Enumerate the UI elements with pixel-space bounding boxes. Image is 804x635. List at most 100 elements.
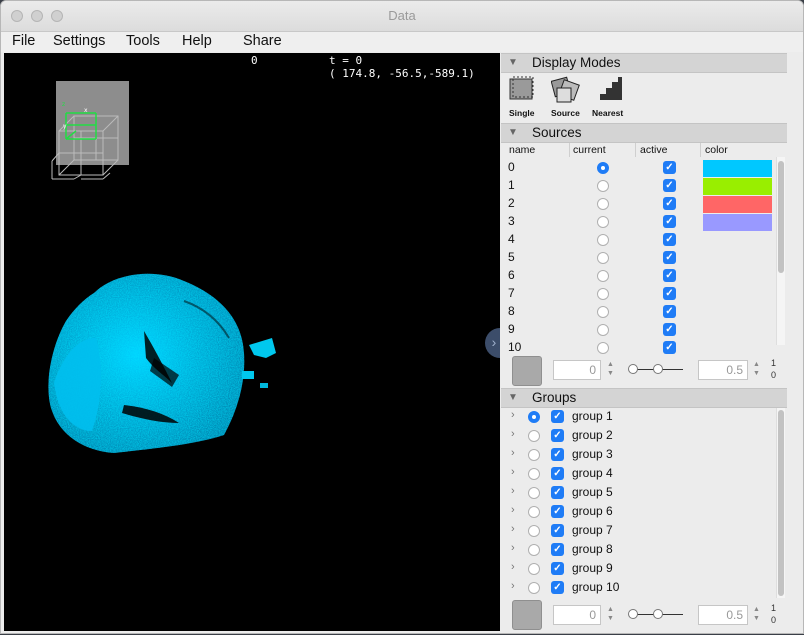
column-color[interactable]: color — [705, 144, 728, 156]
groups-scrollbar[interactable] — [776, 408, 785, 598]
group-slider-knob-low[interactable] — [628, 609, 638, 619]
source-current-radio[interactable] — [597, 216, 609, 228]
volume-viewer[interactable]: 0 t = 0 ( 174.8, -56.5,-589.1) z x y › — [4, 53, 500, 631]
menu-settings[interactable]: Settings — [53, 33, 105, 49]
group-active-checkbox[interactable]: ✓ — [551, 486, 564, 499]
source-current-radio[interactable] — [597, 198, 609, 210]
group-row[interactable]: › ✓ group 8 — [501, 541, 781, 560]
sources-header[interactable]: ▼ Sources — [501, 123, 787, 143]
group-row[interactable]: › ✓ group 7 — [501, 522, 781, 541]
source-color-swatch[interactable] — [703, 160, 772, 177]
group-current-radio[interactable] — [528, 411, 540, 423]
group-gamma-stepper[interactable]: ▲ ▼ — [751, 605, 762, 625]
source-min-field[interactable]: 0 — [553, 360, 601, 380]
source-current-radio[interactable] — [597, 252, 609, 264]
expand-chevron-icon[interactable]: › — [511, 504, 515, 516]
group-current-radio[interactable] — [528, 449, 540, 461]
source-active-checkbox[interactable]: ✓ — [663, 197, 676, 210]
expand-chevron-icon[interactable]: › — [511, 561, 515, 573]
expand-chevron-icon[interactable]: › — [511, 485, 515, 497]
source-current-radio[interactable] — [597, 324, 609, 336]
source-active-checkbox[interactable]: ✓ — [663, 251, 676, 264]
group-current-radio[interactable] — [528, 506, 540, 518]
group-row[interactable]: › ✓ group 10 — [501, 579, 781, 598]
group-min-field[interactable]: 0 — [553, 605, 601, 625]
expand-chevron-icon[interactable]: › — [511, 409, 515, 421]
source-active-checkbox[interactable]: ✓ — [663, 287, 676, 300]
single-mode-label[interactable]: Single — [509, 108, 535, 118]
column-current[interactable]: current — [573, 144, 606, 156]
group-current-radio[interactable] — [528, 525, 540, 537]
sources-scroll-thumb[interactable] — [778, 161, 784, 273]
menu-tools[interactable]: Tools — [126, 33, 160, 49]
group-active-checkbox[interactable]: ✓ — [551, 505, 564, 518]
group-current-radio[interactable] — [528, 487, 540, 499]
display-modes-header[interactable]: ▼ Display Modes — [501, 53, 787, 73]
source-active-checkbox[interactable]: ✓ — [663, 179, 676, 192]
source-active-checkbox[interactable]: ✓ — [663, 215, 676, 228]
source-color-swatch[interactable] — [703, 214, 772, 231]
single-mode-icon[interactable] — [509, 76, 534, 100]
group-row[interactable]: › ✓ group 6 — [501, 503, 781, 522]
source-current-radio[interactable] — [597, 180, 609, 192]
expand-chevron-icon[interactable]: › — [511, 542, 515, 554]
group-slider-knob-high[interactable] — [653, 609, 663, 619]
source-active-checkbox[interactable]: ✓ — [663, 161, 676, 174]
group-gamma-field[interactable]: 0.5 — [698, 605, 748, 625]
source-mode-label[interactable]: Source — [551, 108, 580, 118]
source-current-radio[interactable] — [597, 288, 609, 300]
group-row[interactable]: › ✓ group 1 — [501, 408, 781, 427]
group-active-checkbox[interactable]: ✓ — [551, 429, 564, 442]
expand-chevron-icon[interactable]: › — [511, 428, 515, 440]
source-current-radio[interactable] — [597, 162, 609, 174]
column-active[interactable]: active — [640, 144, 667, 156]
source-mode-icon[interactable] — [550, 76, 580, 103]
group-active-checkbox[interactable]: ✓ — [551, 524, 564, 537]
source-active-checkbox[interactable]: ✓ — [663, 305, 676, 318]
group-active-checkbox[interactable]: ✓ — [551, 581, 564, 594]
menu-share[interactable]: Share — [243, 33, 282, 49]
source-color-swatch[interactable] — [512, 356, 542, 386]
group-row[interactable]: › ✓ group 9 — [501, 560, 781, 579]
source-active-checkbox[interactable]: ✓ — [663, 323, 676, 336]
source-gamma-stepper[interactable]: ▲ ▼ — [751, 360, 762, 380]
group-active-checkbox[interactable]: ✓ — [551, 543, 564, 556]
expand-chevron-icon[interactable]: › — [511, 447, 515, 459]
expand-chevron-icon[interactable]: › — [511, 580, 515, 592]
group-active-checkbox[interactable]: ✓ — [551, 410, 564, 423]
expand-chevron-icon[interactable]: › — [511, 523, 515, 535]
group-active-checkbox[interactable]: ✓ — [551, 448, 564, 461]
source-current-radio[interactable] — [597, 342, 609, 354]
column-name[interactable]: name — [509, 144, 535, 156]
groups-header[interactable]: ▼ Groups — [501, 388, 787, 408]
source-color-swatch[interactable] — [703, 178, 772, 195]
menu-help[interactable]: Help — [182, 33, 212, 49]
group-row[interactable]: › ✓ group 3 — [501, 446, 781, 465]
expand-chevron-icon[interactable]: › — [511, 466, 515, 478]
nearest-mode-icon[interactable] — [598, 76, 622, 100]
menu-file[interactable]: File — [12, 33, 35, 49]
group-current-radio[interactable] — [528, 468, 540, 480]
sources-scrollbar[interactable] — [776, 157, 785, 345]
source-active-checkbox[interactable]: ✓ — [663, 233, 676, 246]
source-color-swatch[interactable] — [703, 196, 772, 213]
group-current-radio[interactable] — [528, 563, 540, 575]
groups-scroll-thumb[interactable] — [778, 410, 784, 596]
group-active-checkbox[interactable]: ✓ — [551, 562, 564, 575]
group-current-radio[interactable] — [528, 544, 540, 556]
source-active-checkbox[interactable]: ✓ — [663, 341, 676, 354]
source-current-radio[interactable] — [597, 234, 609, 246]
source-current-radio[interactable] — [597, 306, 609, 318]
source-gamma-field[interactable]: 0.5 — [698, 360, 748, 380]
group-color-swatch[interactable] — [512, 600, 542, 630]
group-row[interactable]: › ✓ group 4 — [501, 465, 781, 484]
source-slider-knob-low[interactable] — [628, 364, 638, 374]
group-current-radio[interactable] — [528, 582, 540, 594]
source-current-radio[interactable] — [597, 270, 609, 282]
group-min-stepper[interactable]: ▲ ▼ — [605, 605, 616, 625]
source-active-checkbox[interactable]: ✓ — [663, 269, 676, 282]
group-active-checkbox[interactable]: ✓ — [551, 467, 564, 480]
nearest-mode-label[interactable]: Nearest — [592, 108, 623, 118]
group-row[interactable]: › ✓ group 2 — [501, 427, 781, 446]
source-slider-knob-high[interactable] — [653, 364, 663, 374]
